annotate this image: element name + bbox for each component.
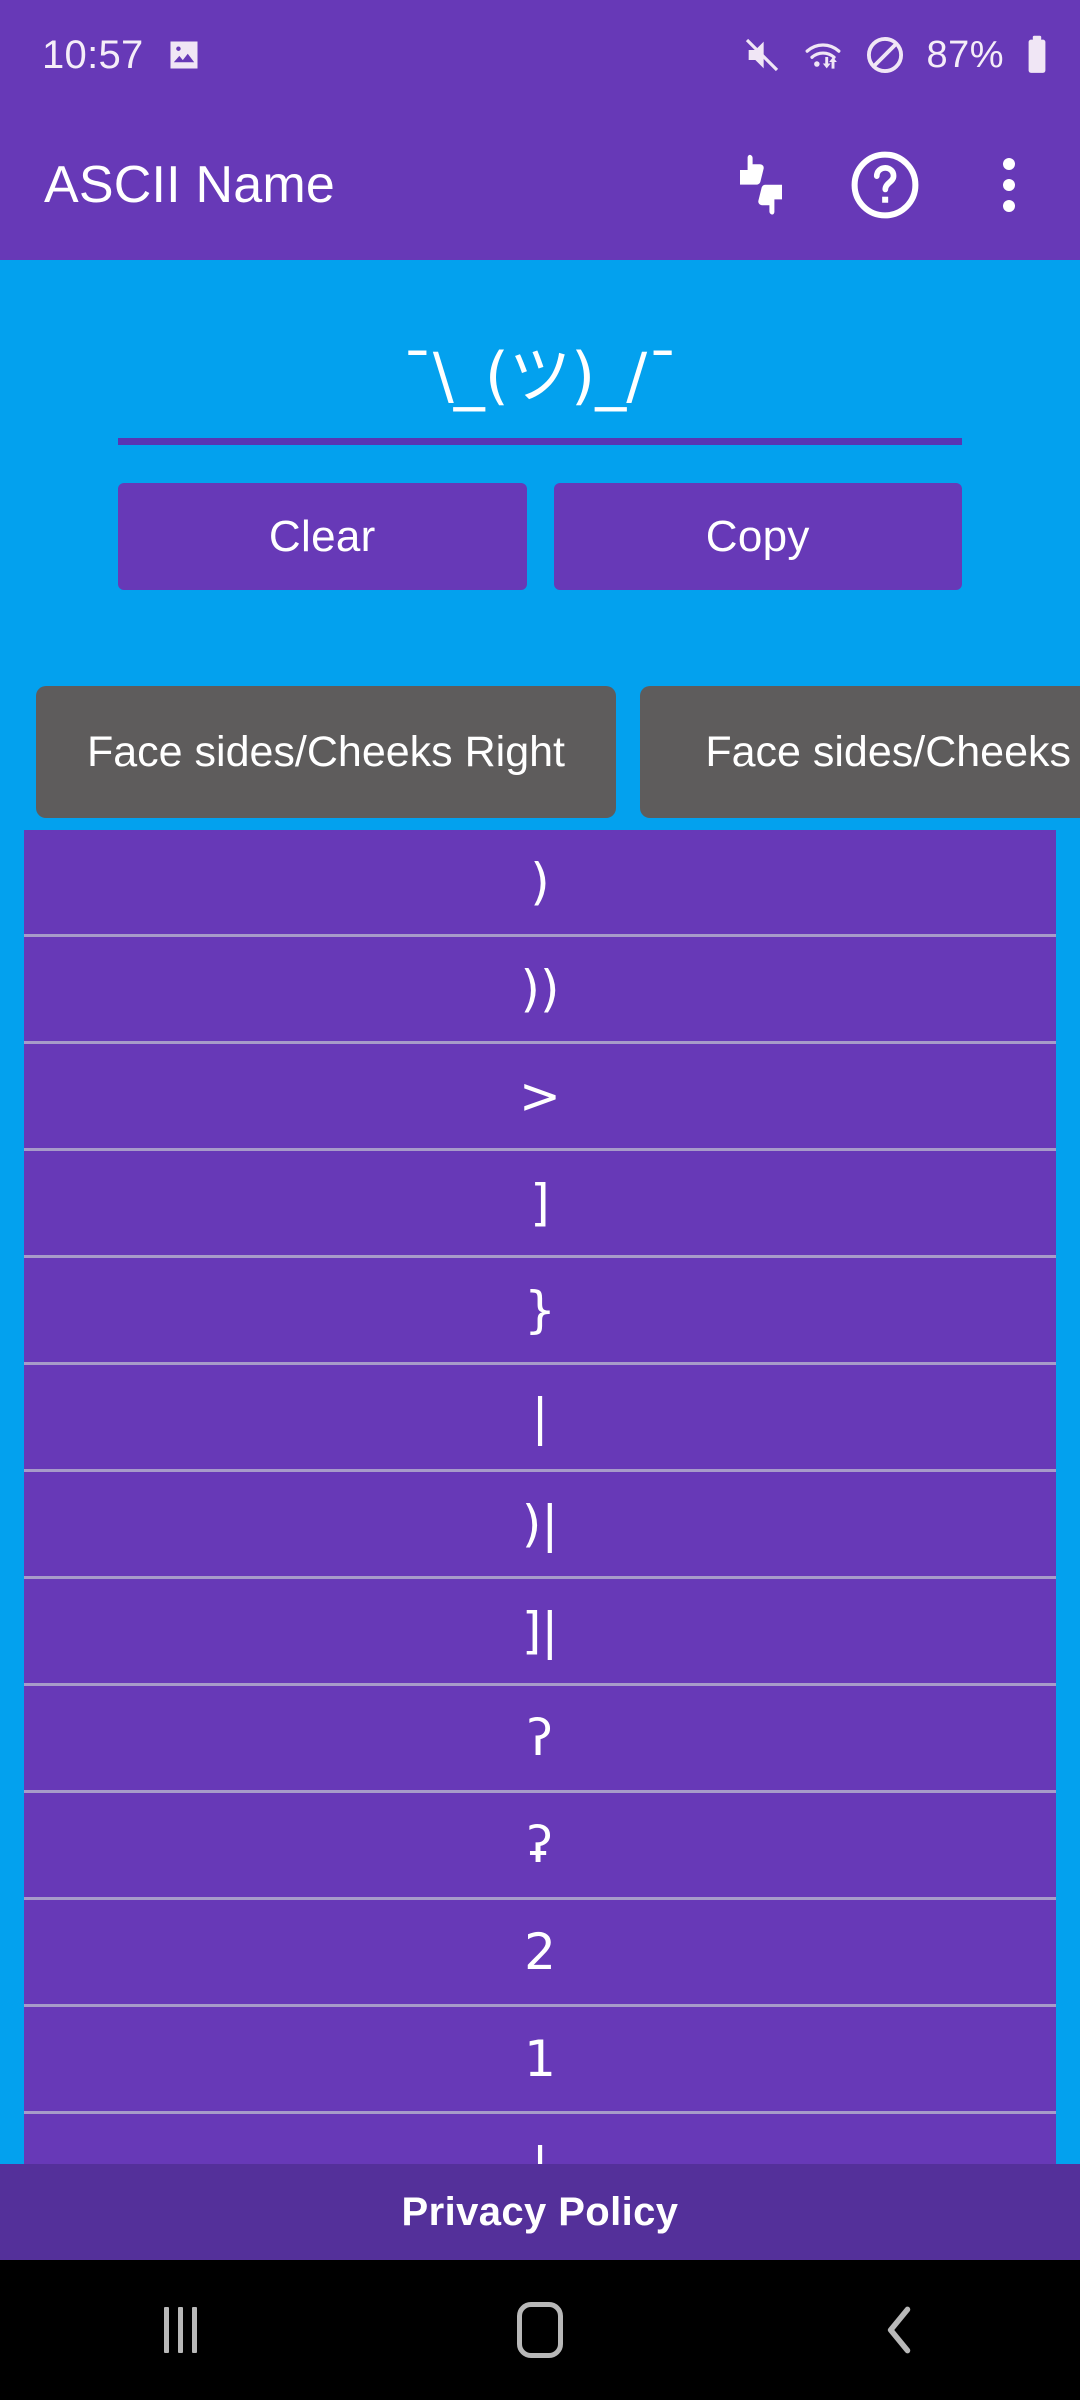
- tab-face-sides-cheeks-right[interactable]: Face sides/Cheeks Right: [36, 686, 616, 818]
- app-screen: 10:57 87% ASCII Name ¯\_(ツ)_/¯ Clear Cop…: [0, 0, 1080, 2400]
- action-button-row: Clear Copy: [0, 445, 1080, 590]
- category-tab-strip[interactable]: Face sides/Cheeks Right Face sides/Cheek…: [0, 686, 1080, 818]
- android-navigation-bar: [0, 2260, 1080, 2400]
- field-underline: [118, 438, 962, 445]
- list-item[interactable]: |: [24, 1365, 1056, 1472]
- help-icon[interactable]: [840, 140, 930, 230]
- home-icon[interactable]: [360, 2302, 720, 2358]
- image-icon: [166, 37, 202, 73]
- privacy-policy-link[interactable]: Privacy Policy: [402, 2190, 679, 2235]
- copy-button[interactable]: Copy: [553, 483, 962, 590]
- do-not-disturb-icon: [864, 34, 906, 76]
- list-item[interactable]: ʔ: [24, 1686, 1056, 1793]
- list-item[interactable]: ʡ: [24, 1793, 1056, 1900]
- list-item[interactable]: ]: [24, 1151, 1056, 1258]
- status-bar-left: 10:57: [42, 33, 202, 78]
- status-bar: 10:57 87%: [0, 0, 1080, 110]
- page-title: ASCII Name: [44, 156, 335, 214]
- overflow-menu-icon[interactable]: [964, 140, 1054, 230]
- list-item[interactable]: ]|: [24, 1579, 1056, 1686]
- main-content: ¯\_(ツ)_/¯ Clear Copy Face sides/Cheeks R…: [0, 260, 1080, 2164]
- footer-bar: Privacy Policy: [0, 2164, 1080, 2260]
- wifi-icon: [802, 35, 844, 75]
- list-item[interactable]: )): [24, 937, 1056, 1044]
- tab-face-sides-cheeks-left[interactable]: Face sides/Cheeks Left: [640, 686, 1080, 818]
- app-bar-actions: [716, 140, 1054, 230]
- glyph-list[interactable]: ) )) > ] } | )| ]| ʔ ʡ 2 1 | .: [24, 830, 1056, 2164]
- recents-icon[interactable]: [0, 2307, 360, 2353]
- result-area: ¯\_(ツ)_/¯: [0, 260, 1080, 445]
- list-item[interactable]: >: [24, 1044, 1056, 1151]
- mute-icon: [742, 35, 782, 75]
- battery-icon: [1024, 34, 1050, 76]
- list-item[interactable]: 2: [24, 1900, 1056, 2007]
- list-item[interactable]: 1: [24, 2007, 1056, 2114]
- battery-percent-label: 87%: [926, 33, 1004, 76]
- ascii-result-field[interactable]: ¯\_(ツ)_/¯: [118, 320, 962, 432]
- list-item[interactable]: )|: [24, 1472, 1056, 1579]
- list-item[interactable]: |: [24, 2114, 1056, 2164]
- back-icon[interactable]: [720, 2302, 1080, 2358]
- status-bar-right: 87%: [742, 34, 1050, 77]
- list-item[interactable]: }: [24, 1258, 1056, 1365]
- status-bar-clock: 10:57: [42, 32, 144, 77]
- app-bar: ASCII Name: [0, 110, 1080, 260]
- list-item[interactable]: ): [24, 830, 1056, 937]
- thumbs-feedback-icon[interactable]: [716, 140, 806, 230]
- clear-button[interactable]: Clear: [118, 483, 527, 590]
